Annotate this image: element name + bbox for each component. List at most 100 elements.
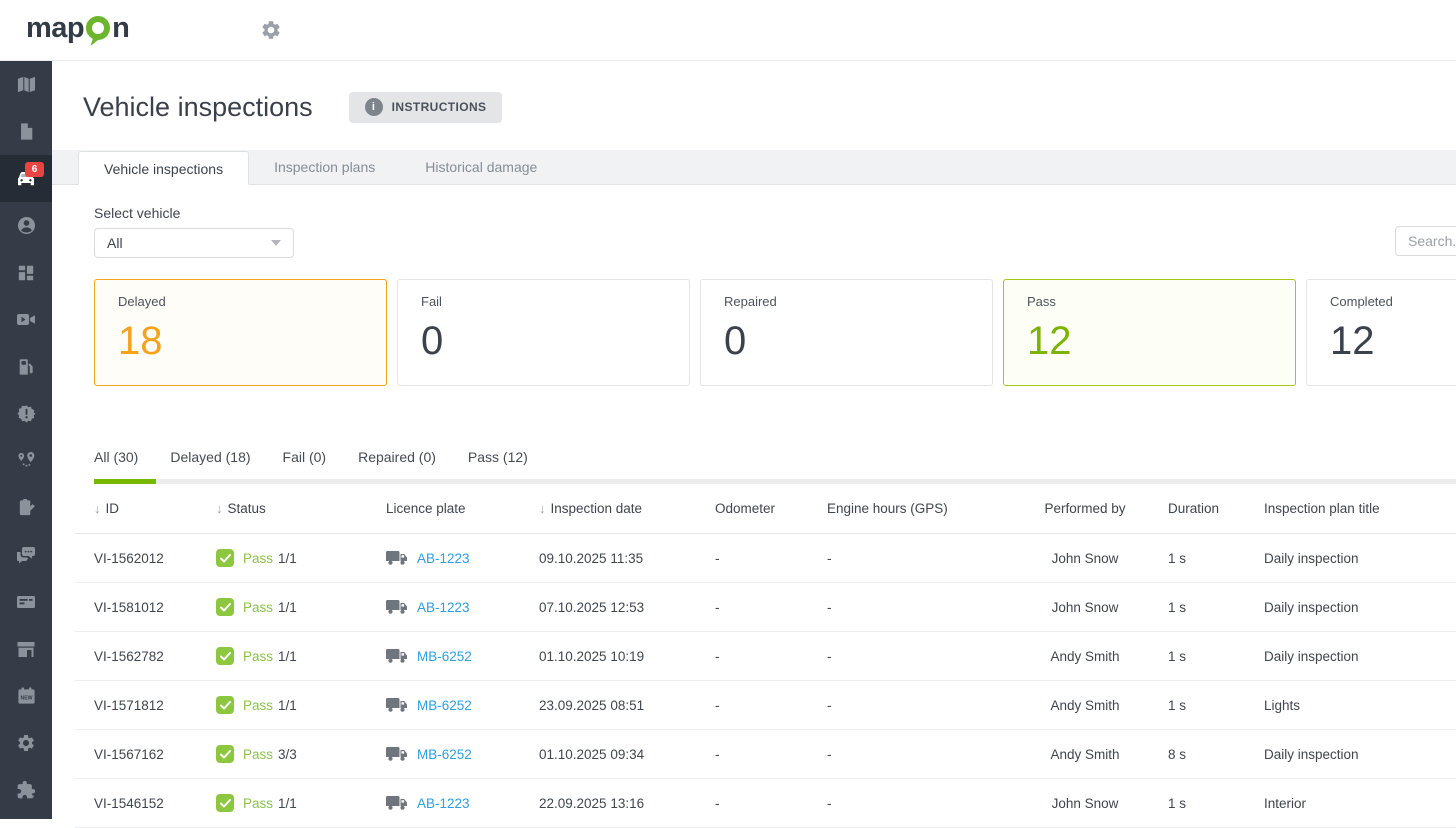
column-header-id[interactable]: ↓ID (75, 484, 197, 534)
search-input[interactable] (1395, 226, 1456, 256)
stat-card-repaired[interactable]: Repaired 0 (700, 279, 993, 386)
cell-performed-by: Andy Smith (1002, 632, 1149, 681)
cell-engine-hours: - (808, 534, 1002, 583)
column-header-performed-by[interactable]: Performed by (1002, 484, 1149, 534)
table-header-row: ↓ID ↓Status Licence plate ↓Inspection da… (75, 484, 1456, 534)
logo-text-prefix: map (26, 14, 84, 43)
mapon-logo[interactable]: map n (26, 14, 129, 46)
stat-card-pass[interactable]: Pass 12 (1003, 279, 1296, 386)
column-header-engine-hours[interactable]: Engine hours (GPS) (808, 484, 1002, 534)
logo-text-suffix: n (112, 14, 129, 43)
sidebar-item-routes[interactable] (0, 437, 52, 484)
sidebar-item-chat[interactable] (0, 531, 52, 578)
tab-historical-damage[interactable]: Historical damage (400, 150, 562, 184)
cell-status: Pass1/1 (197, 681, 367, 730)
cell-plan-title: Daily inspection (1245, 583, 1456, 632)
stat-cards-row: Delayed 18 Fail 0 Repaired 0 Pass 12 Com… (94, 279, 1456, 386)
sidebar-item-tasks[interactable] (0, 484, 52, 531)
cell-engine-hours: - (808, 632, 1002, 681)
status-label: Pass (243, 600, 273, 615)
main-tabs: Vehicle inspections Inspection plans His… (52, 150, 1456, 185)
stat-card-value: 12 (1330, 321, 1456, 361)
column-header-licence-plate[interactable]: Licence plate (367, 484, 520, 534)
table-row[interactable]: VI-1546152 Pass1/1 AB-1223 22.09.2025 13… (75, 779, 1456, 828)
pass-check-icon (216, 549, 234, 567)
column-header-plan-title[interactable]: Inspection plan title (1245, 484, 1456, 534)
status-label: Pass (243, 551, 273, 566)
column-header-status[interactable]: ↓Status (197, 484, 367, 534)
stat-card-delayed[interactable]: Delayed 18 (94, 279, 387, 386)
pass-check-icon (216, 647, 234, 665)
cell-inspection-date: 22.09.2025 13:16 (520, 779, 696, 828)
licence-plate-link[interactable]: MB-6252 (417, 649, 472, 664)
filter-tabs-scrollbar[interactable] (94, 479, 1456, 484)
table-row[interactable]: VI-1562012 Pass1/1 AB-1223 09.10.2025 11… (75, 534, 1456, 583)
table-row[interactable]: VI-1567162 Pass3/3 MB-6252 01.10.2025 09… (75, 730, 1456, 779)
filter-tab-pass[interactable]: Pass (12) (468, 449, 528, 465)
vehicle-select-value: All (107, 235, 123, 251)
cell-engine-hours: - (808, 583, 1002, 632)
tab-inspection-plans[interactable]: Inspection plans (249, 150, 400, 184)
table-row[interactable]: VI-1562782 Pass1/1 MB-6252 01.10.2025 10… (75, 632, 1456, 681)
licence-plate-link[interactable]: MB-6252 (417, 747, 472, 762)
sidebar-item-users[interactable] (0, 202, 52, 249)
pass-check-icon (216, 794, 234, 812)
licence-plate-link[interactable]: AB-1223 (417, 796, 470, 811)
cell-performed-by: John Snow (1002, 779, 1149, 828)
cell-duration: 1 s (1149, 779, 1245, 828)
sidebar-item-vehicles[interactable]: 6 (0, 155, 52, 202)
truck-icon (386, 599, 408, 615)
licence-plate-link[interactable]: AB-1223 (417, 600, 470, 615)
cell-odometer: - (696, 730, 808, 779)
cell-licence-plate: AB-1223 (367, 534, 520, 583)
cell-id: VI-1562012 (75, 534, 197, 583)
cell-plan-title: Lights (1245, 681, 1456, 730)
column-header-inspection-date[interactable]: ↓Inspection date (520, 484, 696, 534)
sidebar-item-fuel[interactable] (0, 343, 52, 390)
fuel-icon (17, 357, 35, 376)
cell-performed-by: John Snow (1002, 583, 1149, 632)
filter-tab-all[interactable]: All (30) (94, 449, 138, 465)
header-gear-icon[interactable] (260, 19, 282, 41)
status-count: 1/1 (278, 698, 297, 713)
filter-tab-fail[interactable]: Fail (0) (283, 449, 327, 465)
column-header-odometer[interactable]: Odometer (696, 484, 808, 534)
sidebar-item-alerts[interactable] (0, 390, 52, 437)
sidebar-item-marketplace[interactable] (0, 625, 52, 672)
sidebar-item-documents[interactable] (0, 108, 52, 155)
sidebar-item-cameras[interactable] (0, 296, 52, 343)
stat-card-label: Pass (1027, 294, 1272, 309)
cell-id: VI-1562782 (75, 632, 197, 681)
licence-plate-link[interactable]: MB-6252 (417, 698, 472, 713)
sidebar-item-calendar[interactable]: NEW (0, 672, 52, 719)
info-icon (365, 98, 383, 116)
stat-card-fail[interactable]: Fail 0 (397, 279, 690, 386)
sort-icon: ↓ (216, 501, 223, 516)
stat-card-value: 12 (1027, 321, 1272, 361)
sidebar-item-cards[interactable] (0, 578, 52, 625)
vehicle-select[interactable]: All (94, 228, 294, 258)
licence-plate-link[interactable]: AB-1223 (417, 551, 470, 566)
sidebar-item-map[interactable] (0, 61, 52, 108)
status-count: 1/1 (278, 796, 297, 811)
card-icon (16, 594, 36, 610)
filter-tab-repaired[interactable]: Repaired (0) (358, 449, 436, 465)
status-count: 1/1 (278, 649, 297, 664)
sidebar-item-settings[interactable] (0, 719, 52, 766)
cell-plan-title: Daily inspection (1245, 632, 1456, 681)
instructions-button[interactable]: INSTRUCTIONS (349, 92, 503, 123)
settings-icon (16, 733, 36, 753)
pass-check-icon (216, 745, 234, 763)
cell-licence-plate: MB-6252 (367, 632, 520, 681)
column-header-duration[interactable]: Duration (1149, 484, 1245, 534)
sidebar-item-addons[interactable] (0, 766, 52, 813)
tab-vehicle-inspections[interactable]: Vehicle inspections (78, 151, 249, 185)
stat-card-completed[interactable]: Completed 12 (1306, 279, 1456, 386)
sidebar-item-dashboard[interactable] (0, 249, 52, 296)
filter-tab-delayed[interactable]: Delayed (18) (170, 449, 250, 465)
cell-licence-plate: MB-6252 (367, 730, 520, 779)
cell-engine-hours: - (808, 681, 1002, 730)
table-row[interactable]: VI-1571812 Pass1/1 MB-6252 23.09.2025 08… (75, 681, 1456, 730)
cell-id: VI-1581012 (75, 583, 197, 632)
table-row[interactable]: VI-1581012 Pass1/1 AB-1223 07.10.2025 12… (75, 583, 1456, 632)
